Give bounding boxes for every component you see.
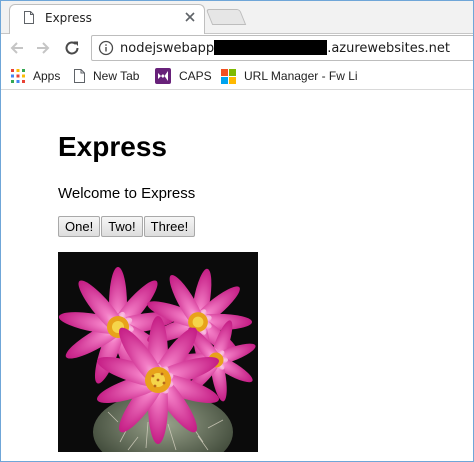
- three-button[interactable]: Three!: [143, 216, 196, 237]
- reload-icon[interactable]: [62, 38, 82, 58]
- tab-express[interactable]: Express: [9, 4, 205, 34]
- two-button[interactable]: Two!: [101, 216, 143, 237]
- bookmark-label: CAPS: [179, 69, 212, 83]
- new-tab-button[interactable]: [205, 9, 247, 25]
- welcome-text: Welcome to Express: [58, 185, 196, 202]
- one-button[interactable]: One!: [58, 216, 101, 237]
- toolbar: nodejswebapp .azurewebsites.net: [1, 34, 473, 62]
- url-text: nodejswebapp .azurewebsites.net: [120, 40, 450, 56]
- visual-studio-icon: [155, 68, 171, 84]
- url-suffix: .azurewebsites.net: [327, 41, 451, 56]
- bookmarks-overflow-fade: [401, 63, 473, 89]
- bookmark-label: New Tab: [93, 69, 140, 83]
- bookmark-new-tab[interactable]: New Tab: [74, 68, 139, 84]
- button-row: One! Two! Three!: [58, 216, 196, 237]
- back-arrow-icon[interactable]: [7, 38, 27, 58]
- page-icon: [74, 69, 85, 83]
- bookmark-label: Apps: [33, 69, 61, 83]
- page-title: Express: [58, 131, 167, 162]
- bookmarks-bar: Apps New Tab CAPS URL Manager - Fw Li: [1, 63, 473, 90]
- browser-window: Express nodejswebapp .azurewebsites.net: [0, 0, 474, 462]
- forward-arrow-icon[interactable]: [33, 38, 53, 58]
- address-bar[interactable]: nodejswebapp .azurewebsites.net: [91, 35, 473, 61]
- info-icon[interactable]: [98, 40, 114, 56]
- bookmark-apps[interactable]: Apps: [11, 68, 60, 84]
- windows-logo-icon: [221, 68, 236, 84]
- tab-title: Express: [45, 11, 92, 25]
- cactus-flower-image: [58, 252, 258, 452]
- bookmark-caps[interactable]: CAPS: [155, 68, 212, 84]
- bookmark-label: URL Manager - Fw Li: [244, 69, 358, 83]
- tab-strip: Express: [1, 1, 473, 34]
- page-icon: [24, 11, 34, 24]
- apps-grid-icon: [11, 69, 25, 83]
- page-content: Express Welcome to Express One! Two! Thr…: [1, 90, 473, 461]
- close-icon[interactable]: [184, 11, 196, 23]
- redacted-block: [214, 40, 328, 55]
- url-prefix: nodejswebapp: [120, 41, 215, 56]
- bookmark-url-manager[interactable]: URL Manager - Fw Li: [221, 68, 358, 84]
